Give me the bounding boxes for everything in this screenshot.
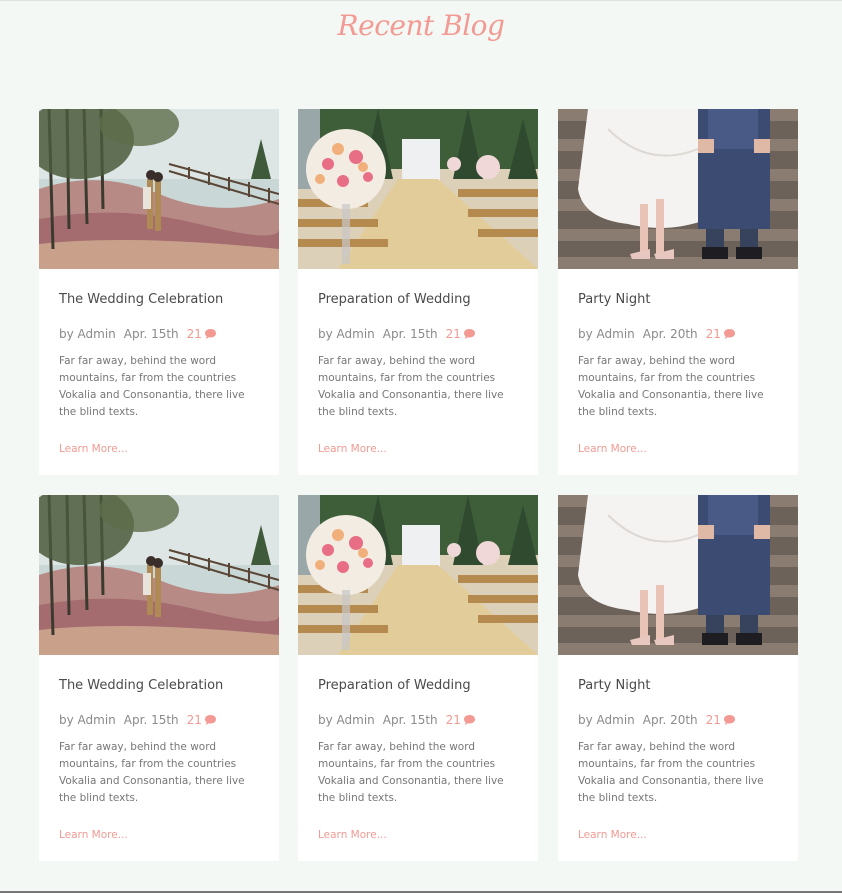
comment-bubble-icon [463, 715, 475, 725]
post-excerpt: Far far away, behind the word mountains,… [59, 741, 245, 804]
post-date[interactable]: Apr. 15th [124, 327, 179, 341]
post-meta: by Admin Apr. 15th 21 [59, 327, 259, 341]
learn-more-link[interactable]: Learn More... [578, 443, 647, 455]
blog-card: Preparation of Wedding by Admin Apr. 15t… [298, 495, 538, 861]
post-title[interactable]: Preparation of Wedding [318, 292, 518, 307]
wedding-aisle-flowers-image[interactable] [298, 109, 538, 269]
post-author[interactable]: by Admin [578, 713, 635, 727]
learn-more-link[interactable]: Learn More... [59, 829, 128, 841]
comment-count-value: 21 [186, 713, 202, 727]
post-title[interactable]: Party Night [578, 678, 778, 693]
comment-bubble-icon [204, 715, 216, 725]
couple-legs-steps-image[interactable] [558, 109, 798, 269]
post-author[interactable]: by Admin [578, 327, 635, 341]
post-author[interactable]: by Admin [318, 327, 375, 341]
comment-count[interactable]: 21 [446, 713, 476, 727]
blog-card: The Wedding Celebration by Admin Apr. 15… [39, 495, 279, 861]
post-excerpt: Far far away, behind the word mountains,… [578, 741, 764, 804]
comment-count-value: 21 [186, 327, 202, 341]
post-date[interactable]: Apr. 15th [124, 713, 179, 727]
post-author[interactable]: by Admin [59, 713, 116, 727]
post-author[interactable]: by Admin [59, 327, 116, 341]
comment-count[interactable]: 21 [187, 327, 217, 341]
comment-count-value: 21 [445, 327, 461, 341]
post-date[interactable]: Apr. 20th [643, 327, 698, 341]
blog-card: The Wedding Celebration by Admin Apr. 15… [39, 109, 279, 475]
post-title[interactable]: Preparation of Wedding [318, 678, 518, 693]
wedding-couple-field-image[interactable] [39, 109, 279, 269]
comment-count-value: 21 [705, 327, 721, 341]
post-author[interactable]: by Admin [318, 713, 375, 727]
comment-count[interactable]: 21 [706, 713, 736, 727]
post-excerpt: Far far away, behind the word mountains,… [318, 741, 504, 804]
blog-card: Party Night by Admin Apr. 20th 21 Far fa… [558, 495, 798, 861]
post-meta: by Admin Apr. 15th 21 [318, 327, 518, 341]
learn-more-link[interactable]: Learn More... [318, 443, 387, 455]
section-title: Recent Blog [337, 9, 505, 42]
blog-card: Party Night by Admin Apr. 20th 21 Far fa… [558, 109, 798, 475]
comment-count[interactable]: 21 [187, 713, 217, 727]
wedding-couple-field-image[interactable] [39, 495, 279, 655]
post-title[interactable]: The Wedding Celebration [59, 678, 259, 693]
comment-count-value: 21 [705, 713, 721, 727]
couple-legs-steps-image[interactable] [558, 495, 798, 655]
comment-bubble-icon [463, 329, 475, 339]
comment-count[interactable]: 21 [706, 327, 736, 341]
comment-bubble-icon [723, 715, 735, 725]
post-title[interactable]: The Wedding Celebration [59, 292, 259, 307]
post-date[interactable]: Apr. 15th [383, 713, 438, 727]
learn-more-link[interactable]: Learn More... [59, 443, 128, 455]
post-date[interactable]: Apr. 15th [383, 327, 438, 341]
post-meta: by Admin Apr. 15th 21 [59, 713, 259, 727]
post-excerpt: Far far away, behind the word mountains,… [578, 355, 764, 418]
learn-more-link[interactable]: Learn More... [578, 829, 647, 841]
post-meta: by Admin Apr. 20th 21 [578, 713, 778, 727]
learn-more-link[interactable]: Learn More... [318, 829, 387, 841]
comment-count-value: 21 [445, 713, 461, 727]
post-excerpt: Far far away, behind the word mountains,… [318, 355, 504, 418]
post-meta: by Admin Apr. 15th 21 [318, 713, 518, 727]
post-title[interactable]: Party Night [578, 292, 778, 307]
comment-bubble-icon [204, 329, 216, 339]
comment-count[interactable]: 21 [446, 327, 476, 341]
blog-card: Preparation of Wedding by Admin Apr. 15t… [298, 109, 538, 475]
post-date[interactable]: Apr. 20th [643, 713, 698, 727]
wedding-aisle-flowers-image[interactable] [298, 495, 538, 655]
comment-bubble-icon [723, 329, 735, 339]
post-meta: by Admin Apr. 20th 21 [578, 327, 778, 341]
post-excerpt: Far far away, behind the word mountains,… [59, 355, 245, 418]
